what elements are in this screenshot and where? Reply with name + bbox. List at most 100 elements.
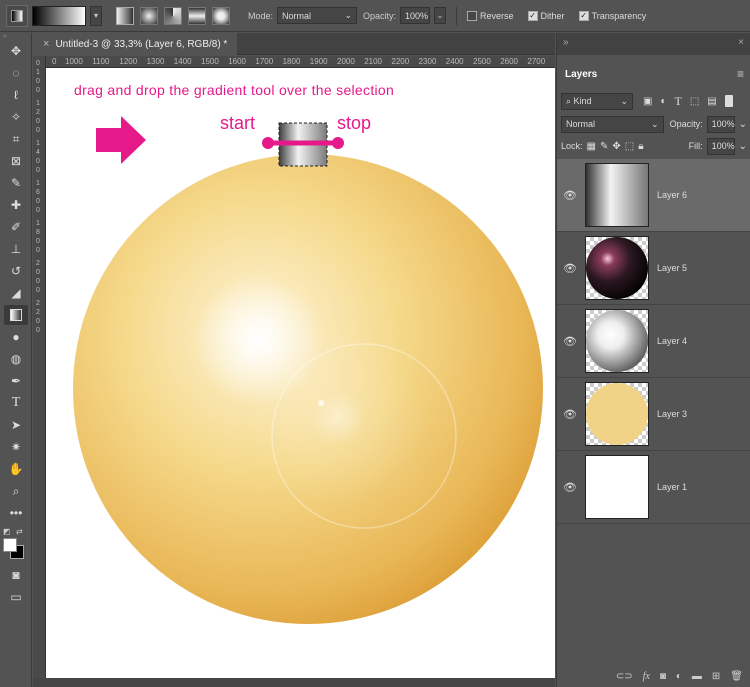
color-swatches[interactable]: ◩ ⇄ <box>0 527 31 563</box>
default-colors-icon[interactable]: ◩ <box>3 527 11 536</box>
move-icon[interactable]: ✥ <box>4 41 28 61</box>
more-icon[interactable]: ••• <box>4 503 28 523</box>
path-select-icon[interactable]: ➤ <box>4 415 28 435</box>
opacity-field[interactable]: 100% <box>400 7 431 24</box>
layer-name[interactable]: Layer 4 <box>657 336 687 346</box>
pen-icon[interactable]: ✒ <box>4 371 28 391</box>
ruler-label: 0 <box>36 127 40 134</box>
stamp-icon[interactable]: ⊥ <box>4 239 28 259</box>
canvas[interactable]: drag and drop the gradient tool over the… <box>46 68 555 678</box>
filter-kind-select[interactable]: ⌕ Kind ⌄ <box>561 92 633 110</box>
layer-style-icon[interactable]: fx <box>643 671 650 682</box>
chevron-down-icon[interactable]: ⌄ <box>739 141 747 152</box>
blur-icon[interactable]: ● <box>4 327 28 347</box>
checkmark-icon[interactable]: ✓ <box>578 10 589 21</box>
blend-mode-select[interactable]: Normal ⌄ <box>561 115 664 133</box>
type-icon[interactable]: T <box>4 393 28 413</box>
history-brush-icon[interactable]: ↺ <box>4 261 28 281</box>
radial-gradient-button[interactable] <box>140 6 158 25</box>
visibility-eye-icon[interactable]: 👁︎ <box>557 262 583 275</box>
dodge-icon[interactable]: ◍ <box>4 349 28 369</box>
collapse-panels-icon[interactable]: » <box>563 37 569 48</box>
angle-gradient-button[interactable] <box>164 6 182 25</box>
layer-name[interactable]: Layer 5 <box>657 263 687 273</box>
chevron-down-icon[interactable]: ⌄ <box>739 119 747 130</box>
dither-checkbox[interactable]: ✓ Dither <box>527 10 565 21</box>
lasso-icon[interactable]: ℓ <box>4 85 28 105</box>
gradient-picker[interactable] <box>32 5 86 26</box>
layer-row-4[interactable]: 👁︎ Layer 4 <box>557 305 750 378</box>
screen-mode-icon[interactable]: ▭ <box>4 587 28 607</box>
hand-icon[interactable]: ✋ <box>4 459 28 479</box>
filter-toggle-icon[interactable] <box>724 95 733 107</box>
blend-mode-value: Normal <box>566 119 596 129</box>
lock-all-icon[interactable]: 🔒︎ <box>638 141 643 152</box>
gradient-tool-preset-icon[interactable] <box>6 4 28 27</box>
lock-image-icon[interactable]: ✎ <box>600 141 608 152</box>
collapse-icon[interactable]: » <box>0 33 31 40</box>
lock-artboard-icon[interactable]: ⬚ <box>625 141 634 152</box>
healing-icon[interactable]: ✚ <box>4 195 28 215</box>
new-group-icon[interactable]: ▬ <box>692 671 702 682</box>
layer-row-5[interactable]: 👁︎ Layer 5 <box>557 232 750 305</box>
reverse-checkbox[interactable]: Reverse <box>467 10 514 21</box>
visibility-eye-icon[interactable]: 👁︎ <box>557 335 583 348</box>
visibility-eye-icon[interactable]: 👁︎ <box>557 189 583 202</box>
eyedropper-icon[interactable]: ✎ <box>4 173 28 193</box>
layer-opacity-field[interactable]: 100% <box>706 115 735 133</box>
fill-field[interactable]: 100% <box>706 137 735 155</box>
layer-thumbnail <box>585 382 649 446</box>
layer-row-1[interactable]: 👁︎ Layer 1 <box>557 451 750 524</box>
ruler-label: 0 <box>36 327 40 334</box>
quick-mask-icon[interactable]: ◙ <box>4 565 28 585</box>
filter-pixel-icon[interactable]: ▣ <box>643 96 652 107</box>
checkbox-box[interactable] <box>467 10 478 21</box>
layer-name[interactable]: Layer 1 <box>657 482 687 492</box>
diamond-gradient-button[interactable] <box>212 6 230 25</box>
ruler-label: 8 <box>36 229 40 236</box>
layer-name[interactable]: Layer 6 <box>657 190 687 200</box>
foreground-color-swatch[interactable] <box>3 538 17 552</box>
frame-icon[interactable]: ⊠ <box>4 151 28 171</box>
checkmark-icon[interactable]: ✓ <box>527 10 538 21</box>
close-icon[interactable]: × <box>43 38 49 50</box>
link-layers-icon[interactable]: ⊂⊃ <box>616 671 633 682</box>
panel-menu-icon[interactable]: ≡ <box>737 67 744 81</box>
brush-icon[interactable]: ✐ <box>4 217 28 237</box>
filter-type-icon[interactable]: T <box>675 94 682 109</box>
add-mask-icon[interactable]: ◙ <box>660 671 666 682</box>
filter-shape-icon[interactable]: ⬚ <box>690 96 699 107</box>
filter-smart-object-icon[interactable]: ▤ <box>707 96 716 107</box>
new-layer-icon[interactable]: ⊞ <box>712 671 720 682</box>
gradient-picker-dropdown[interactable]: ▾ <box>90 5 102 26</box>
visibility-eye-icon[interactable]: 👁︎ <box>557 481 583 494</box>
linear-gradient-button[interactable] <box>116 6 134 25</box>
magic-wand-icon[interactable]: ✧ <box>4 107 28 127</box>
layer-row-3[interactable]: 👁︎ Layer 3 <box>557 378 750 451</box>
transparency-checkbox[interactable]: ✓ Transparency <box>578 10 646 21</box>
marquee-icon[interactable]: ◌ <box>4 63 28 83</box>
zoom-icon[interactable]: ⌕ <box>4 481 28 501</box>
ruler-label: 2 <box>36 309 40 316</box>
eraser-icon[interactable]: ◢ <box>4 283 28 303</box>
trash-icon[interactable]: 🗑︎ <box>730 671 743 682</box>
gradient-icon[interactable] <box>4 305 28 325</box>
document-tab[interactable]: × Untitled-3 @ 33,3% (Layer 6, RGB/8) * <box>33 33 238 55</box>
mode-value: Normal <box>282 10 312 21</box>
filter-adjustment-icon[interactable]: ◐ <box>660 96 666 107</box>
opacity-dropdown[interactable]: ⌄ <box>434 7 447 24</box>
layer-row-6[interactable]: 👁︎ Layer 6 <box>557 159 750 232</box>
swap-colors-icon[interactable]: ⇄ <box>16 527 23 536</box>
reflected-gradient-button[interactable] <box>188 6 206 25</box>
shape-icon[interactable]: ✷ <box>4 437 28 457</box>
adjustment-layer-icon[interactable]: ◐ <box>676 671 682 682</box>
mode-select[interactable]: Normal ⌄ <box>277 7 358 24</box>
ruler-vertical: 0 1 0 0 1 2 0 0 1 4 0 0 1 6 0 0 1 8 0 0 2 0 0 0 2 2 0 0 <box>33 56 46 687</box>
crop-icon[interactable]: ⌗ <box>4 129 28 149</box>
close-icon[interactable]: × <box>738 37 744 48</box>
visibility-eye-icon[interactable]: 👁︎ <box>557 408 583 421</box>
layer-name[interactable]: Layer 3 <box>657 409 687 419</box>
tab-layers[interactable]: Layers <box>557 63 606 85</box>
lock-transparent-icon[interactable]: ▦ <box>587 141 596 152</box>
lock-position-icon[interactable]: ✥ <box>612 141 620 152</box>
